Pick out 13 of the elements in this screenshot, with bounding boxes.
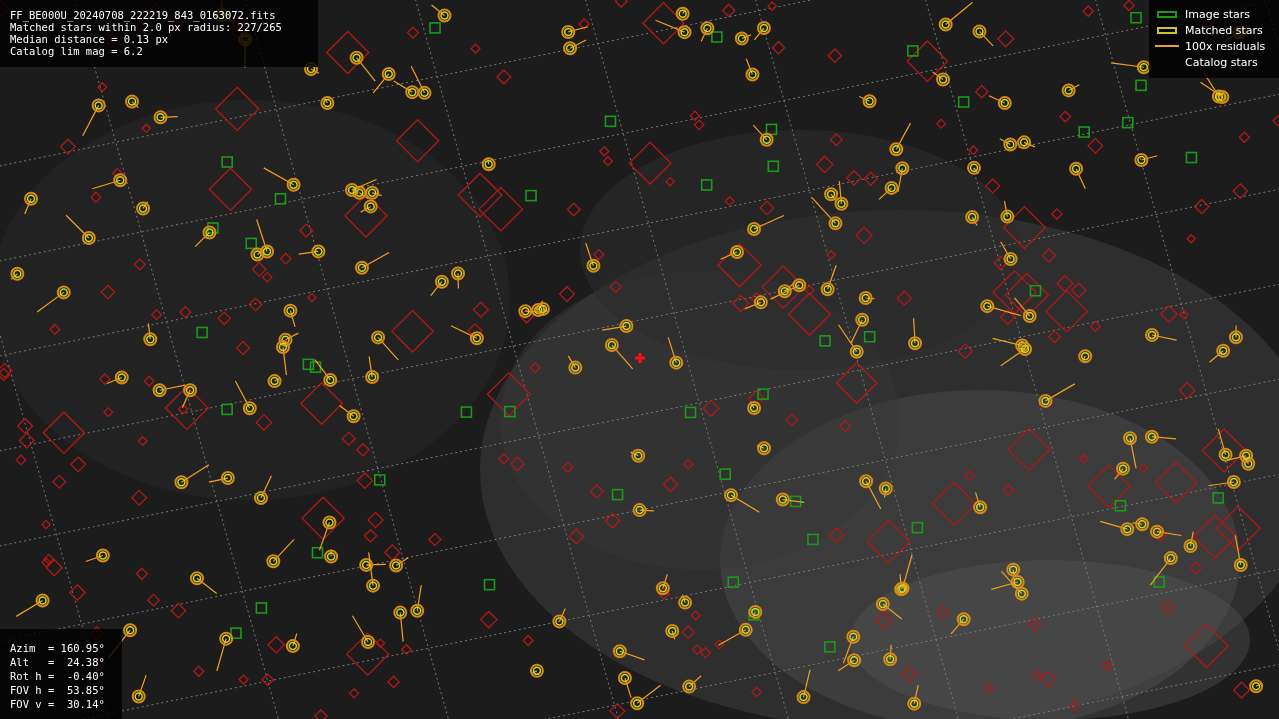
info-text: Matched stars within 2.0 px radius: 227/265: [10, 21, 283, 33]
legend-label: Matched stars: [1185, 23, 1263, 37]
pointing-text: Rot h = -0.40°: [10, 669, 106, 683]
info-text: Median distance = 0.13 px: [10, 33, 170, 45]
pointing-text: FOV v = 30.14°: [10, 697, 106, 711]
info-text: Catalog lim mag = 6.2: [10, 45, 144, 57]
legend-label: Catalog stars: [1185, 55, 1258, 69]
pointing-text: Azim = 160.95°: [10, 641, 106, 655]
legend-label: Image stars: [1185, 7, 1250, 21]
info-text: FF_BE000U_20240708_222219_843_0163072.fits: [10, 9, 277, 21]
pointing-text: FOV h = 53.85°: [10, 683, 106, 697]
legend-label: 100x residuals: [1185, 39, 1266, 53]
pointing-text: Alt = 24.38°: [10, 655, 106, 669]
